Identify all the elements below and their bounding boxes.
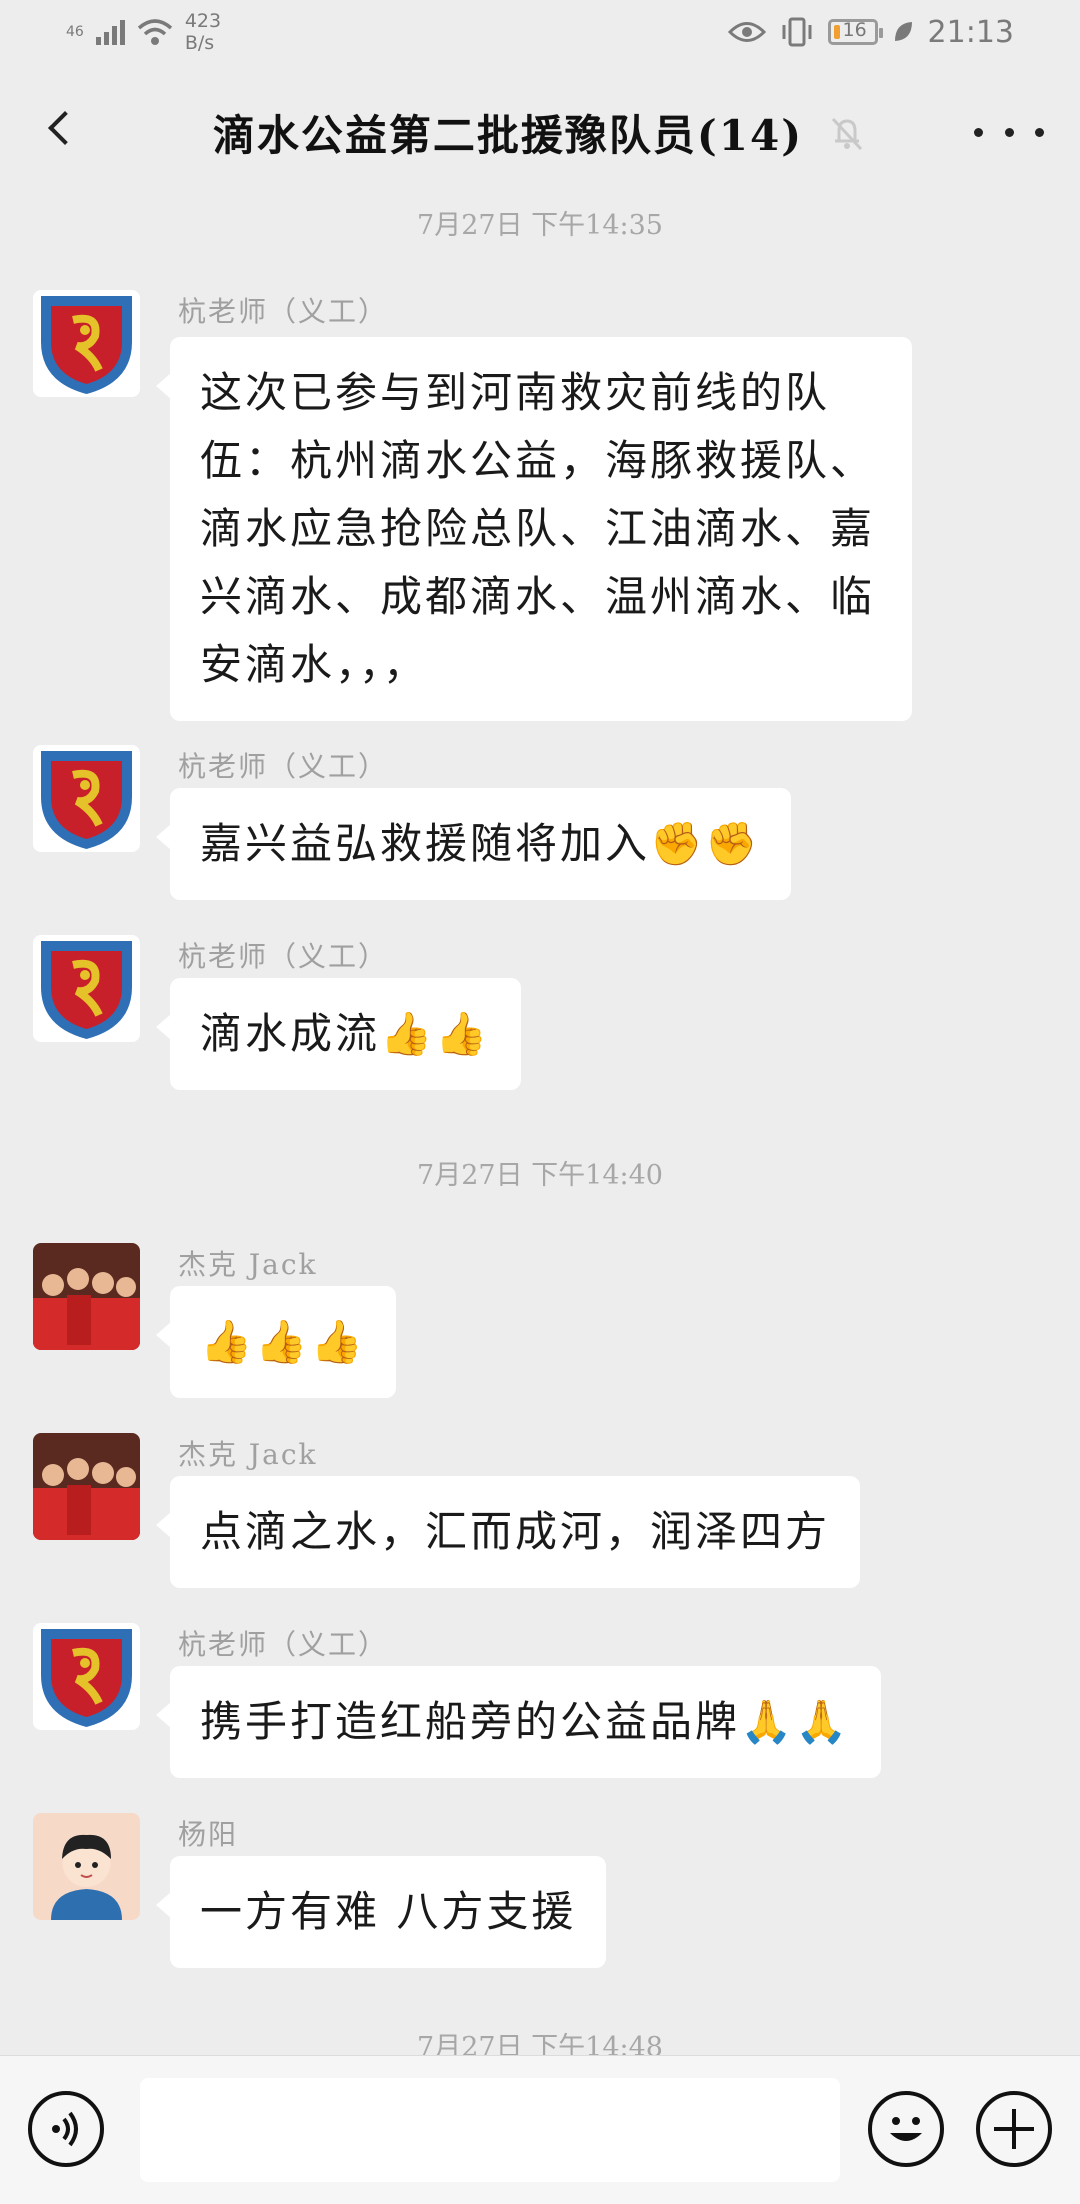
timestamp: 7月27日 下午14:48 [417,2032,663,2055]
dot-icon [1004,127,1014,137]
network-type: 46 [66,24,84,40]
group-photo-icon [33,1243,140,1350]
sender-name: 杭老师（义工） [178,295,389,328]
speed-value: 423 [184,10,222,32]
message-bubble[interactable]: 滴水成流👍👍 [156,978,521,1090]
message-bubble[interactable]: 一方有难 八方支援 [155,1856,607,1968]
signal-icon [95,19,125,45]
avatar[interactable] [33,935,140,1042]
status-right: 16 21:13 [727,14,1014,50]
cartoon-boy-icon [33,1813,140,1920]
avatar[interactable] [33,1433,140,1540]
status-left: 46 423 B/s [66,10,221,54]
battery-fill [833,25,840,39]
leaf-icon [894,22,912,41]
message-text: 点滴之水，汇而成河，润泽四方 [200,1507,831,1556]
status-bar: 46 423 B/s 16 21:13 [0,0,1080,64]
wifi-icon [137,19,172,45]
avatar[interactable] [33,1623,140,1730]
chevron-left-icon [48,111,82,145]
sender-name: 杨阳 [178,1818,239,1851]
chat-header: 滴水公益第二批援豫队员(14) [0,70,1080,195]
battery-level: 16 [842,19,867,41]
message-bubble[interactable]: 嘉兴益弘救援随将加入✊✊ [156,788,791,900]
message-bubble[interactable]: 点滴之水，汇而成河，润泽四方 [155,1476,861,1588]
message-input[interactable] [140,2078,840,2182]
input-bar [0,2055,1080,2204]
message-list[interactable]: 7月27日 下午14:35 杭老师（义工） 这次已参与到河南救灾前线的队伍：杭州… [0,195,1080,2055]
message-text: 滴水成流👍👍 [200,1009,491,1058]
sender-name: 杰克 Jack [178,1248,318,1281]
smiley-icon [890,2117,922,2141]
more-options-button[interactable] [974,112,1044,152]
chat-title: 滴水公益第二批援豫队员(14) [212,111,804,160]
eye-icon [727,22,766,42]
vibrate-icon [782,17,812,47]
message-text: 👍👍👍 [200,1317,366,1366]
timestamp: 7月27日 下午14:35 [417,210,663,241]
sender-name: 杭老师（义工） [178,940,389,973]
shield-logo-icon [33,745,140,852]
message-bubble[interactable]: 👍👍👍 [156,1286,396,1398]
avatar[interactable] [33,290,140,397]
sender-name: 杭老师（义工） [178,750,389,783]
avatar[interactable] [33,1243,140,1350]
shield-logo-icon [33,290,140,397]
dot-icon [1035,127,1044,137]
message-text: 这次已参与到河南救灾前线的队伍：杭州滴水公益，海豚救援队、滴水应急抢险总队、江油… [200,368,876,689]
voice-button[interactable] [28,2091,104,2167]
battery-icon: 16 [827,19,883,45]
sender-name: 杭老师（义工） [178,1628,389,1661]
message-bubble[interactable]: 这次已参与到河南救灾前线的队伍：杭州滴水公益，海豚救援队、滴水应急抢险总队、江油… [156,337,912,721]
network-speed: 423 B/s [185,10,221,54]
message-bubble[interactable]: 携手打造红船旁的公益品牌🙏🙏 [156,1666,881,1778]
dot-icon [974,127,983,137]
more-functions-button[interactable] [976,2091,1052,2167]
message-text: 一方有难 八方支援 [200,1887,577,1936]
message-text: 携手打造红船旁的公益品牌🙏🙏 [200,1697,851,1746]
group-photo-icon [33,1433,140,1540]
message-text: 嘉兴益弘救援随将加入✊✊ [200,819,761,868]
back-button[interactable] [30,98,90,158]
sender-name: 杰克 Jack [178,1438,318,1471]
mute-bell-icon [831,117,863,150]
shield-logo-icon [33,1623,140,1730]
emoji-button[interactable] [868,2091,944,2167]
voice-icon [52,2111,78,2147]
speed-unit: B/s [184,32,215,54]
avatar[interactable] [33,745,140,852]
timestamp: 7月27日 下午14:40 [417,1160,663,1191]
clock: 21:13 [927,14,1014,50]
avatar[interactable] [33,1813,140,1920]
shield-logo-icon [33,935,140,1042]
